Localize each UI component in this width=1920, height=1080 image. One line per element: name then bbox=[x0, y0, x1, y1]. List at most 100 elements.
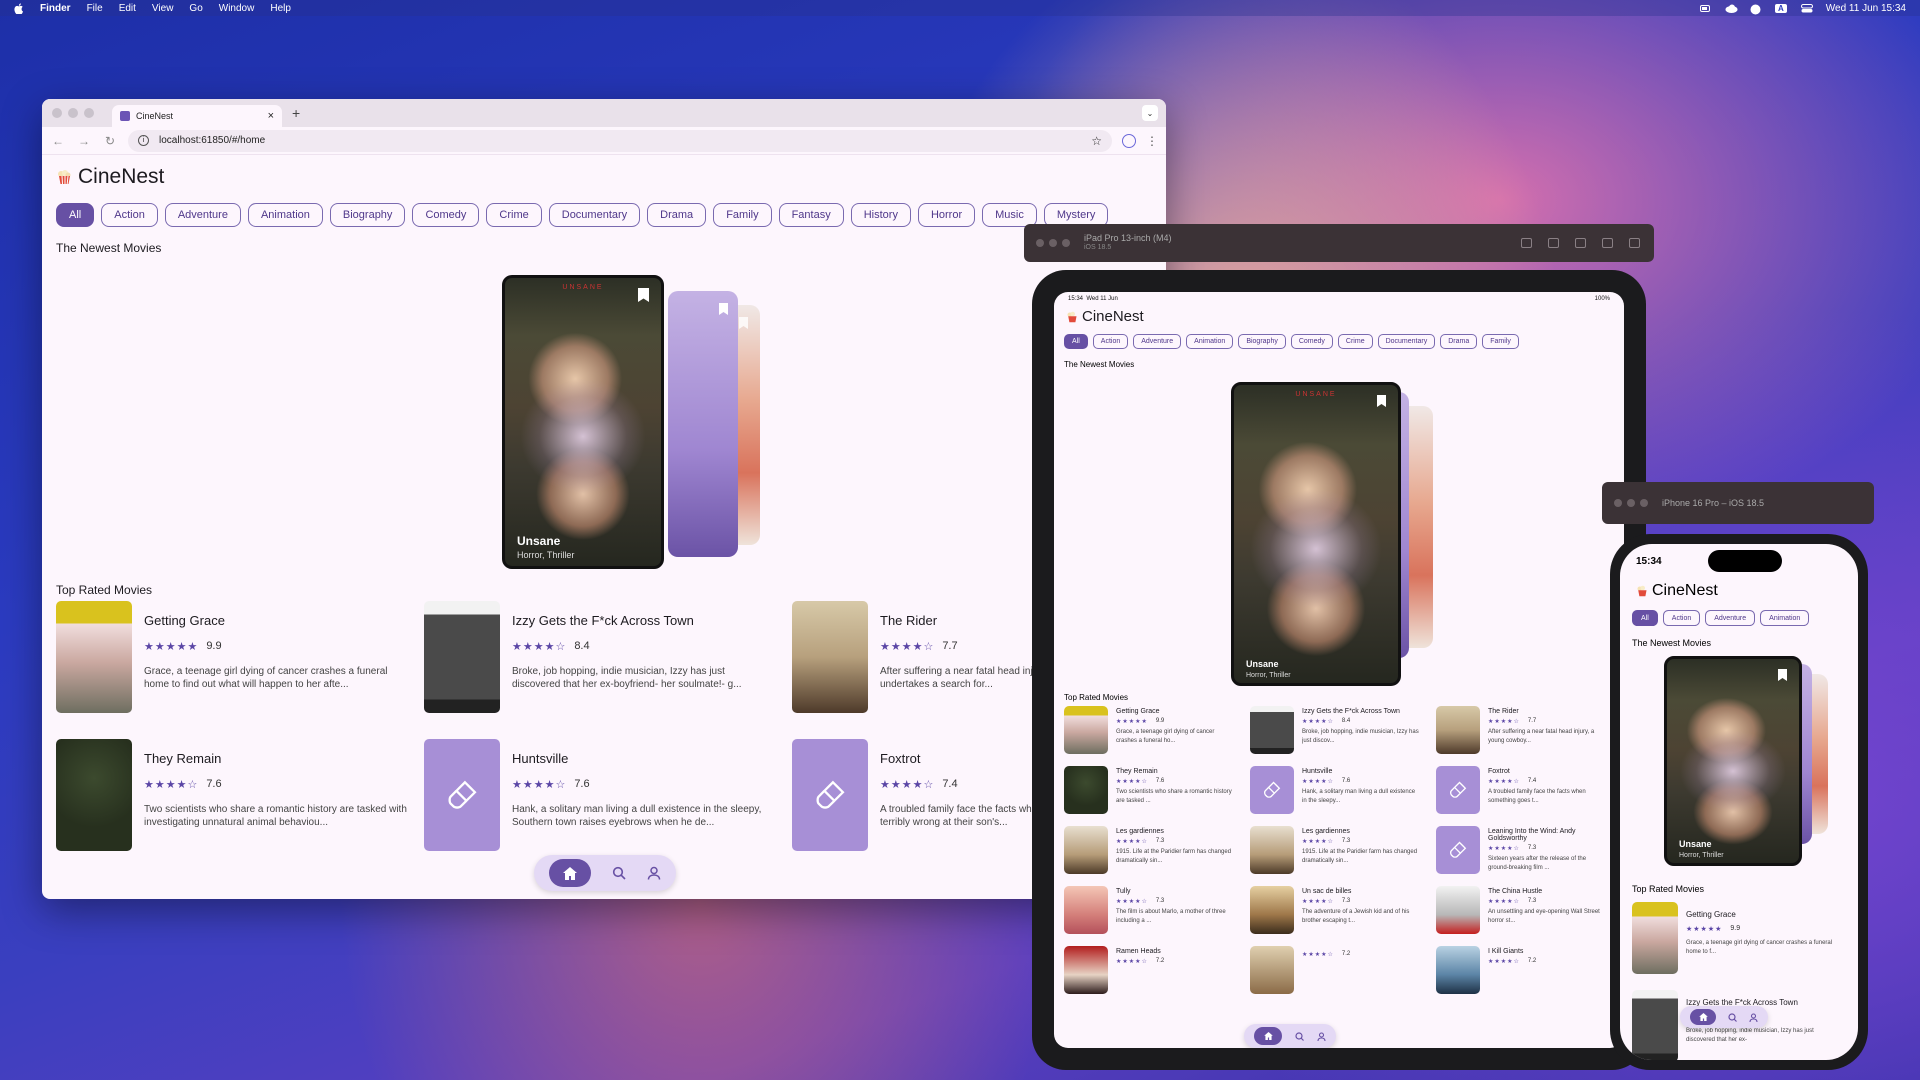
status-icon[interactable] bbox=[1750, 4, 1761, 14]
genre-chip-all[interactable]: All bbox=[1064, 334, 1088, 349]
featured-movie-card[interactable]: UNSANE Unsane Horror, Thriller bbox=[502, 275, 664, 569]
battery-icon[interactable] bbox=[1699, 4, 1711, 13]
ipad-featured-card[interactable]: UNSANE Unsane Horror, Thriller bbox=[1231, 382, 1401, 686]
sim-screenshot-icon[interactable] bbox=[1548, 238, 1559, 248]
menu-help[interactable]: Help bbox=[270, 3, 291, 14]
apple-icon[interactable] bbox=[14, 2, 24, 14]
genre-chip-history[interactable]: History bbox=[850, 203, 911, 227]
poster-placeholder[interactable] bbox=[1436, 766, 1480, 814]
genre-chip-documentary[interactable]: Documentary bbox=[548, 203, 641, 227]
bookmark-icon[interactable] bbox=[1778, 669, 1787, 681]
genre-chip-animation[interactable]: Animation bbox=[1186, 334, 1234, 349]
sim-rotate-icon[interactable] bbox=[1575, 238, 1586, 248]
profile-icon[interactable] bbox=[1122, 133, 1136, 148]
movie-poster-thumb[interactable] bbox=[56, 601, 132, 713]
movie-poster-thumb[interactable] bbox=[1064, 826, 1108, 874]
menubar-clock[interactable]: Wed 11 Jun 15:34 bbox=[1826, 3, 1906, 14]
sim-close-button[interactable] bbox=[1036, 239, 1044, 247]
movie-tile[interactable]: Leaning Into the Wind: Andy Goldsworthy ★… bbox=[1436, 826, 1610, 874]
genre-chip-action[interactable]: Action bbox=[1662, 610, 1701, 626]
genre-chip-crime[interactable]: Crime bbox=[1337, 334, 1373, 349]
genre-chip-documentary[interactable]: Documentary bbox=[1377, 334, 1436, 349]
genre-chip-fantasy[interactable]: Fantasy bbox=[778, 203, 844, 227]
back-icon[interactable]: ← bbox=[50, 134, 66, 148]
iphone-nav-profile-button[interactable] bbox=[1749, 1012, 1758, 1022]
address-bar[interactable]: i localhost:61850/#/home ☆ bbox=[128, 129, 1112, 152]
movie-tile[interactable]: The Rider ★★★★☆ 7.7 After suffering a near … bbox=[1436, 706, 1610, 754]
iphone-featured-card[interactable]: Unsane Horror, Thriller bbox=[1664, 656, 1802, 866]
movie-tile[interactable]: Un sac de billes ★★★★☆ 7.3 The adventure of… bbox=[1250, 886, 1424, 934]
movie-poster-thumb[interactable] bbox=[1436, 886, 1480, 934]
minimize-window-button[interactable] bbox=[68, 108, 78, 118]
genre-chip-family[interactable]: Family bbox=[1482, 334, 1519, 349]
movie-poster-thumb[interactable] bbox=[424, 601, 500, 713]
movie-poster-thumb[interactable] bbox=[1250, 886, 1294, 934]
bookmark-icon[interactable] bbox=[1377, 395, 1386, 407]
movie-poster-thumb[interactable] bbox=[1064, 766, 1108, 814]
movie-poster-thumb[interactable] bbox=[1064, 886, 1108, 934]
cloud-icon[interactable] bbox=[1725, 4, 1738, 13]
movie-tile[interactable]: Huntsville ★★★★☆ 7.6 Hank, a solitary man l… bbox=[424, 739, 780, 851]
sim-zoom-button[interactable] bbox=[1062, 239, 1070, 247]
movie-tile[interactable]: ★★★★☆ 7.2 bbox=[1250, 946, 1424, 994]
movie-poster-thumb[interactable] bbox=[792, 601, 868, 713]
url-text[interactable]: localhost:61850/#/home bbox=[159, 135, 265, 146]
menu-view[interactable]: View bbox=[152, 3, 174, 14]
movie-tile[interactable]: Tully ★★★★☆ 7.3 The film is about Marlo, a … bbox=[1064, 886, 1238, 934]
movie-tile[interactable]: Les gardiennes ★★★★☆ 7.3 1915. Life at the … bbox=[1250, 826, 1424, 874]
movie-tile[interactable]: Izzy Gets the F*ck Across Town ★★★★☆ 8.4 Br… bbox=[1250, 706, 1424, 754]
movie-tile[interactable]: Foxtrot ★★★★☆ 7.4 A troubled family face th… bbox=[1436, 766, 1610, 814]
menu-edit[interactable]: Edit bbox=[119, 3, 136, 14]
tab-search-button[interactable]: ⌄ bbox=[1142, 105, 1158, 121]
new-tab-button[interactable]: + bbox=[292, 105, 300, 121]
genre-chip-crime[interactable]: Crime bbox=[486, 203, 542, 227]
ipad-newest-carousel[interactable]: UNSANE Unsane Horror, Thriller bbox=[1231, 382, 1471, 686]
menu-window[interactable]: Window bbox=[219, 3, 255, 14]
bookmark-icon[interactable] bbox=[638, 288, 649, 302]
genre-chip-comedy[interactable]: Comedy bbox=[412, 203, 480, 227]
genre-chip-animation[interactable]: Animation bbox=[1760, 610, 1810, 626]
reload-icon[interactable]: ↻ bbox=[102, 134, 118, 148]
movie-poster-thumb[interactable] bbox=[1632, 990, 1678, 1060]
sim-minimize-button[interactable] bbox=[1049, 239, 1057, 247]
movie-tile[interactable]: Les gardiennes ★★★★☆ 7.3 1915. Life at the … bbox=[1064, 826, 1238, 874]
movie-poster-thumb[interactable] bbox=[1250, 946, 1294, 994]
zoom-window-button[interactable] bbox=[84, 108, 94, 118]
browser-tab[interactable]: CineNest × bbox=[112, 105, 282, 127]
genre-chip-biography[interactable]: Biography bbox=[1238, 334, 1286, 349]
sim-more-icon[interactable] bbox=[1629, 238, 1640, 248]
nav-home-button[interactable] bbox=[548, 859, 591, 887]
ipad-nav-search-button[interactable] bbox=[1295, 1031, 1304, 1041]
movie-tile[interactable]: Ramen Heads ★★★★☆ 7.2 bbox=[1064, 946, 1238, 994]
newest-carousel[interactable]: UNSANE Unsane Horror, Thriller bbox=[502, 275, 822, 569]
genre-chip-horror[interactable]: Horror bbox=[917, 203, 976, 227]
movie-tile[interactable]: I Kill Giants ★★★★☆ 7.2 bbox=[1436, 946, 1610, 994]
movie-tile[interactable]: They Remain ★★★★☆ 7.6 Two scientists who sh… bbox=[1064, 766, 1238, 814]
genre-chip-all[interactable]: All bbox=[56, 203, 95, 227]
movie-poster-thumb[interactable] bbox=[1250, 706, 1294, 754]
close-tab-icon[interactable]: × bbox=[268, 110, 274, 122]
forward-icon[interactable]: → bbox=[76, 134, 92, 148]
genre-chip-animation[interactable]: Animation bbox=[247, 203, 323, 227]
ipad-nav-profile-button[interactable] bbox=[1317, 1031, 1326, 1041]
movie-tile[interactable]: Getting Grace ★★★★★ 9.9 Grace, a teenage gi… bbox=[56, 601, 412, 713]
poster-placeholder[interactable] bbox=[1250, 766, 1294, 814]
genre-chip-action[interactable]: Action bbox=[1092, 334, 1129, 349]
ipad-nav-home-button[interactable] bbox=[1254, 1027, 1283, 1045]
sim-home-icon[interactable] bbox=[1521, 238, 1532, 248]
movie-tile[interactable]: Izzy Gets the F*ck Across Town ★★★★☆ 8.4 Br… bbox=[424, 601, 780, 713]
genre-chip-action[interactable]: Action bbox=[101, 203, 158, 227]
genre-chip-adventure[interactable]: Adventure bbox=[1705, 610, 1756, 626]
menu-finder[interactable]: Finder bbox=[40, 3, 71, 14]
sim-close-button[interactable] bbox=[1614, 499, 1622, 507]
movie-poster-thumb[interactable] bbox=[1064, 706, 1108, 754]
genre-chip-comedy[interactable]: Comedy bbox=[1290, 334, 1333, 349]
carousel-card-middle[interactable] bbox=[668, 291, 738, 557]
input-source-icon[interactable]: A bbox=[1774, 3, 1787, 13]
poster-placeholder[interactable] bbox=[424, 739, 500, 851]
movie-tile[interactable]: They Remain ★★★★☆ 7.6 Two scientists who sh… bbox=[56, 739, 412, 851]
sim-minimize-button[interactable] bbox=[1627, 499, 1635, 507]
genre-chip-all[interactable]: All bbox=[1632, 610, 1658, 626]
poster-placeholder[interactable] bbox=[792, 739, 868, 851]
genre-chip-biography[interactable]: Biography bbox=[329, 203, 406, 227]
